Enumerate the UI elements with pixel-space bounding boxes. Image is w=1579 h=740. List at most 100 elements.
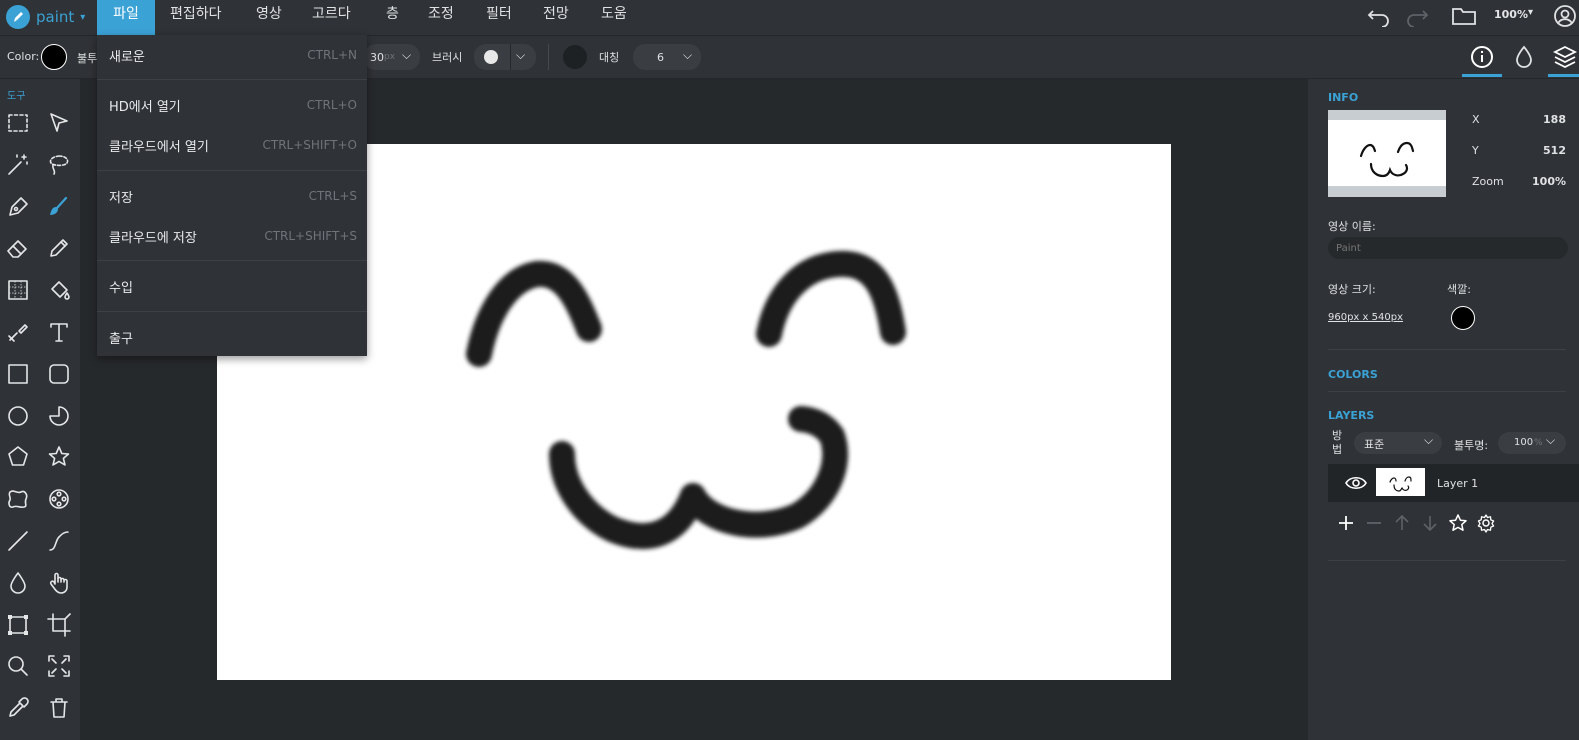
menu-layer[interactable]: 층 [386, 0, 399, 35]
menu-item-save-cloud[interactable]: 클라우드에 저장 CTRL+SHIFT+S [97, 218, 367, 254]
brush-label: 브러시 [432, 51, 463, 64]
layers-tab-icon[interactable] [1552, 44, 1578, 74]
brush-size-select[interactable]: 30 px ⌵ [364, 44, 420, 70]
star-tool-icon[interactable] [46, 444, 72, 470]
brush-tool-icon[interactable] [46, 194, 72, 220]
drop-tool-icon[interactable] [5, 570, 31, 596]
blend-value: 표준 [1364, 438, 1385, 451]
star-icon[interactable] [1448, 513, 1468, 537]
undo-icon[interactable] [1367, 5, 1391, 31]
menu-separator [97, 170, 367, 171]
layer-thumbnail [1376, 468, 1425, 496]
redo-icon[interactable] [1405, 5, 1429, 31]
layer-row[interactable]: Layer 1 [1328, 464, 1579, 502]
menu-view[interactable]: 전망 [543, 0, 569, 35]
mouth-left-stroke [549, 441, 706, 549]
menu-item-open-hd[interactable]: HD에서 열기 CTRL+O [97, 87, 367, 123]
fill-bucket-tool-icon[interactable] [46, 277, 72, 303]
menu-separator [97, 79, 367, 80]
panel-divider [1328, 391, 1566, 392]
menu-adjust[interactable]: 조정 [428, 0, 454, 35]
image-size-label: 영상 크기: [1328, 283, 1376, 296]
pencil-tool-icon[interactable] [46, 235, 72, 261]
pen-tool-icon[interactable] [5, 194, 31, 220]
menu-separator [97, 311, 367, 312]
menu-select[interactable]: 고르다 [312, 0, 351, 35]
y-value: 512 [1543, 144, 1566, 157]
menu-item-new[interactable]: 새로운 CTRL+N [97, 37, 367, 73]
magic-wand-tool-icon[interactable] [5, 152, 31, 178]
arrow-tool-icon[interactable] [46, 110, 72, 136]
zoom-label: Zoom [1472, 175, 1504, 188]
rounded-rect-tool-icon[interactable] [46, 361, 72, 387]
gradient-tool-icon[interactable] [5, 277, 31, 303]
chevron-down-icon: ⌵ [1546, 433, 1556, 447]
line-tool-icon[interactable] [5, 528, 31, 554]
circle-tool-icon[interactable] [5, 403, 31, 429]
hand-tool-icon[interactable] [46, 570, 72, 596]
user-icon[interactable] [1553, 4, 1577, 32]
arrow-down-icon[interactable] [1420, 513, 1440, 537]
menu-filter[interactable]: 필터 [486, 0, 512, 35]
remove-layer-icon[interactable] [1364, 513, 1384, 537]
menu-item-import[interactable]: 수입 [97, 268, 367, 304]
menu-file[interactable]: 파일 [97, 0, 155, 35]
clone-stamp-tool-icon[interactable] [5, 319, 31, 345]
layer-opacity-value: 100 [1514, 437, 1534, 448]
fullscreen-tool-icon[interactable] [46, 653, 72, 679]
color-swatch[interactable] [41, 44, 67, 70]
menu-item-exit[interactable]: 출구 [97, 319, 367, 355]
brush-size-value: 30 [370, 51, 384, 64]
image-name-input[interactable] [1328, 237, 1568, 259]
menu-help[interactable]: 도움 [601, 0, 627, 35]
menu-item-save[interactable]: 저장 CTRL+S [97, 178, 367, 214]
zoom-level[interactable]: 100% [1494, 8, 1528, 21]
symmetry-label: 대칭 [599, 51, 620, 64]
pie-tool-icon[interactable] [46, 403, 72, 429]
blob-tool-icon[interactable] [5, 486, 31, 512]
info-tab-icon[interactable] [1469, 44, 1495, 74]
mouth-right-stroke [680, 406, 849, 538]
flower-tool-icon[interactable] [46, 486, 72, 512]
pentagon-tool-icon[interactable] [5, 444, 31, 470]
app-name: paint [36, 8, 75, 26]
layer-opacity-select[interactable]: 100 % ⌵ [1498, 432, 1566, 454]
transform-tool-icon[interactable] [5, 612, 31, 638]
menu-image[interactable]: 영상 [256, 0, 282, 35]
add-layer-icon[interactable] [1336, 513, 1356, 537]
zoom-tool-icon[interactable] [5, 653, 31, 679]
brush-logo-icon [6, 5, 30, 29]
symmetry-select[interactable]: 6 ⌵ [633, 44, 701, 70]
image-size-link[interactable]: 960px x 540px [1328, 312, 1403, 323]
eyedropper-tool-icon[interactable] [5, 695, 31, 721]
gear-icon[interactable] [1476, 513, 1496, 537]
blend-select[interactable]: 표준 ⌵ [1354, 432, 1442, 454]
curve-tool-icon[interactable] [46, 528, 72, 554]
folder-icon[interactable] [1451, 5, 1477, 31]
colors-title[interactable]: COLORS [1328, 368, 1378, 381]
chevron-down-icon[interactable]: ▾ [1528, 7, 1533, 18]
menu-item-open-cloud[interactable]: 클라우드에서 열기 CTRL+SHIFT+O [97, 127, 367, 163]
lasso-tool-icon[interactable] [46, 152, 72, 178]
eye-icon[interactable] [1345, 473, 1367, 497]
rectangle-tool-icon[interactable] [5, 361, 31, 387]
layer-opacity-label: 불투명: [1454, 439, 1489, 452]
crop-tool-icon[interactable] [46, 612, 72, 638]
brush-select[interactable]: ⌵ [474, 44, 536, 70]
y-label: Y [1472, 144, 1479, 157]
symmetry-toggle[interactable] [563, 45, 587, 69]
panel-divider [1328, 349, 1566, 350]
tab-indicator [1548, 74, 1579, 77]
trash-tool-icon[interactable] [46, 695, 72, 721]
select-rect-tool-icon[interactable] [5, 110, 31, 136]
chevron-down-icon: ⌵ [516, 48, 526, 62]
symmetry-value: 6 [657, 51, 664, 64]
drop-tab-icon[interactable] [1512, 44, 1536, 74]
text-tool-icon[interactable] [46, 319, 72, 345]
eraser-tool-icon[interactable] [5, 235, 31, 261]
blend-label: 방법 [1332, 429, 1343, 456]
app-logo[interactable]: paint ▾ [6, 4, 85, 30]
menu-edit[interactable]: 편집하다 [170, 0, 222, 35]
arrow-up-icon[interactable] [1392, 513, 1412, 537]
color-swatch[interactable] [1451, 306, 1475, 330]
